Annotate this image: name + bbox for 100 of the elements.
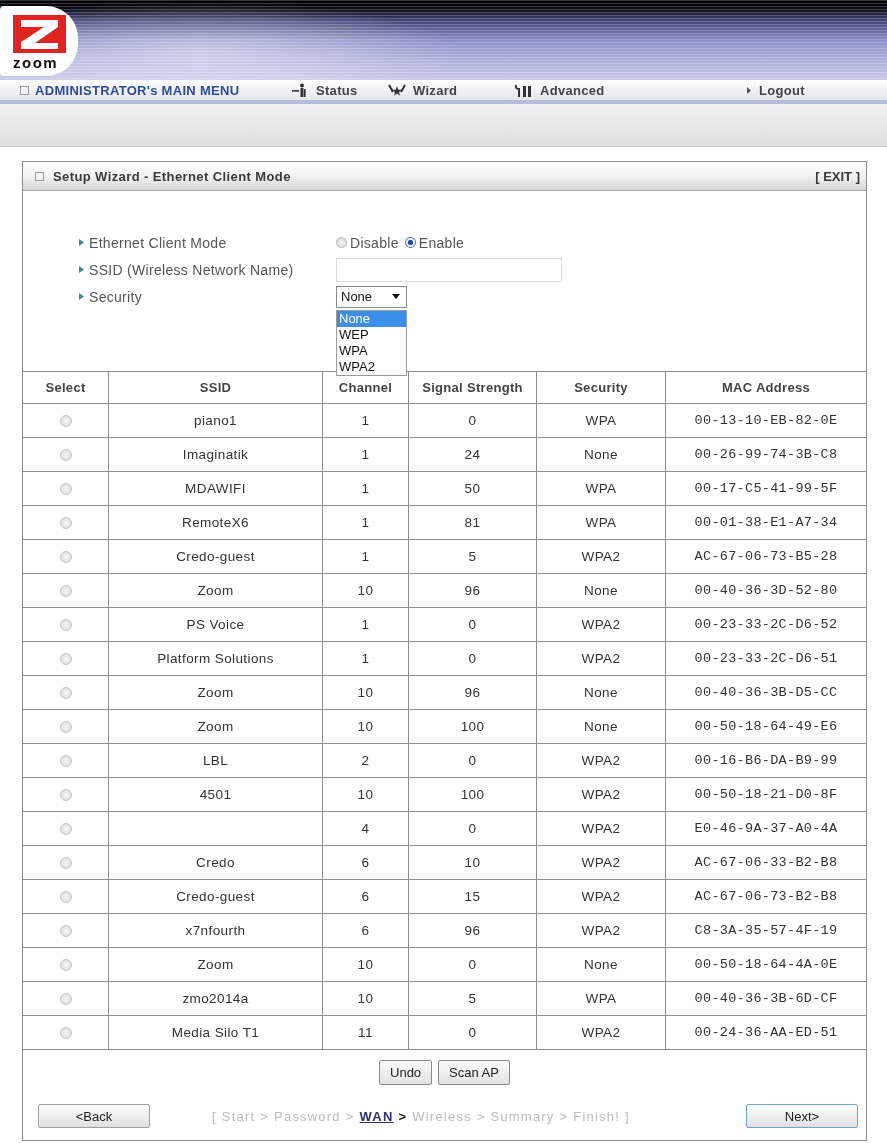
radio-button[interactable]	[59, 483, 72, 496]
square-icon	[35, 171, 44, 181]
column-header: Signal Strength	[422, 380, 523, 395]
table-cell: 0	[408, 947, 537, 982]
field-label: SSID (Wireless Network Name)	[89, 261, 294, 278]
logo-icon	[13, 15, 66, 53]
table-cell: None	[536, 675, 666, 710]
table-cell: 0	[408, 1015, 537, 1050]
radio-button[interactable]	[59, 653, 72, 666]
table-cell: 0	[408, 607, 537, 642]
nav-link[interactable]: Status	[290, 82, 358, 98]
ssid-input[interactable]	[336, 257, 562, 282]
radio-button[interactable]	[59, 925, 72, 938]
radio-button[interactable]	[59, 721, 72, 734]
table-cell: 6	[322, 879, 409, 914]
wizard-step: Password	[274, 1108, 341, 1124]
table-cell: Credo-guest	[108, 879, 323, 914]
table-cell: None	[536, 947, 666, 982]
table-cell: 1	[322, 607, 409, 642]
table-cell: 0	[408, 641, 537, 676]
table-cell: None	[536, 709, 666, 744]
square-icon	[20, 85, 29, 95]
nav-link[interactable]: Logout	[744, 82, 805, 98]
radio-button[interactable]	[59, 993, 72, 1006]
table-cell: 1	[322, 641, 409, 676]
table-cell: RemoteX6	[108, 505, 323, 540]
caret-icon	[392, 294, 400, 299]
radio-button[interactable]	[59, 891, 72, 904]
table-cell: PS Voice	[108, 607, 323, 642]
table-cell: WPA2	[536, 913, 666, 948]
table-cell: 10	[322, 573, 409, 608]
bullet-icon	[79, 293, 84, 300]
step-separator: >	[345, 1108, 355, 1124]
bullet-icon	[79, 266, 84, 273]
table-cell: WPA2	[536, 607, 666, 642]
radio-button[interactable]	[59, 687, 72, 700]
radio-button[interactable]	[59, 823, 72, 836]
table-cell: WPA2	[536, 1015, 666, 1050]
step-bracket: ]	[625, 1108, 630, 1124]
radio-button[interactable]	[59, 755, 72, 768]
radio-button[interactable]	[59, 959, 72, 972]
logo-text: zoom	[13, 55, 59, 70]
security-select[interactable]: None	[336, 285, 407, 308]
table-cell: 0	[408, 743, 537, 778]
table-cell: MDAWIFI	[108, 471, 323, 506]
wizard-step: Start	[221, 1108, 256, 1124]
radio-button[interactable]	[59, 1027, 72, 1040]
radio-button[interactable]	[59, 585, 72, 598]
next-button[interactable]: Next>	[746, 1104, 858, 1128]
nav-link[interactable]: Wizard	[387, 82, 458, 98]
radio-button[interactable]	[59, 789, 72, 802]
radio-option[interactable]: Disable	[336, 234, 399, 251]
table-cell: 10	[322, 777, 409, 812]
action-button[interactable]: Undo	[379, 1060, 433, 1085]
table-cell: WPA	[536, 981, 666, 1016]
radio-button[interactable]	[59, 517, 72, 530]
action-button[interactable]: Scan AP	[438, 1060, 510, 1085]
radio-button[interactable]	[59, 551, 72, 564]
table-cell: Imaginatik	[108, 437, 323, 472]
table-cell: 5	[408, 981, 537, 1016]
table-cell: WPA2	[536, 777, 666, 812]
table-cell: WPA	[536, 505, 666, 540]
table-cell: WPA2	[536, 845, 666, 880]
wizard-step: Summary	[490, 1108, 555, 1124]
table-cell: 100	[408, 777, 537, 812]
column-header: Security	[574, 380, 628, 395]
table-cell: 0	[408, 403, 537, 438]
table-cell: Zoom	[108, 947, 323, 982]
panel-title: Setup Wizard - Ethernet Client Mode	[53, 168, 292, 184]
back-button[interactable]: <Back	[38, 1104, 150, 1128]
radio-button[interactable]	[59, 619, 72, 632]
table-cell: Credo	[108, 845, 323, 880]
radio-option[interactable]: Enable	[404, 234, 465, 251]
table-cell: WPA	[536, 403, 666, 438]
main-menu-link[interactable]: ADMINISTRATOR's MAIN MENU	[20, 82, 240, 98]
table-cell: 100	[408, 709, 537, 744]
column-header: Channel	[338, 380, 393, 395]
table-cell: Media Silo T1	[108, 1015, 323, 1050]
table-cell: 4	[322, 811, 409, 846]
table-cell: WPA2	[536, 539, 666, 574]
wizard-step: Finish!	[573, 1108, 621, 1124]
wizard-step: Wireless	[412, 1108, 472, 1124]
exit-link[interactable]: [ EXIT ]	[815, 168, 860, 184]
table-cell: WPA2	[536, 811, 666, 846]
table-cell: 96	[408, 913, 537, 948]
table-cell: 2	[322, 743, 409, 778]
table-cell: Zoom	[108, 709, 323, 744]
table-cell: 10	[322, 981, 409, 1016]
radio-button[interactable]	[59, 857, 72, 870]
radio-button[interactable]	[59, 415, 72, 428]
table-cell: zmo2014a	[108, 981, 323, 1016]
table-cell: 6	[322, 845, 409, 880]
table-cell: 4501	[108, 777, 323, 812]
step-link[interactable]: WAN	[359, 1108, 394, 1124]
table-cell: LBL	[108, 743, 323, 778]
nav-link[interactable]: Advanced	[514, 82, 605, 98]
table-cell: 10	[322, 675, 409, 710]
tools-icon	[514, 82, 534, 98]
table-cell: 5	[408, 539, 537, 574]
radio-button[interactable]	[59, 449, 72, 462]
